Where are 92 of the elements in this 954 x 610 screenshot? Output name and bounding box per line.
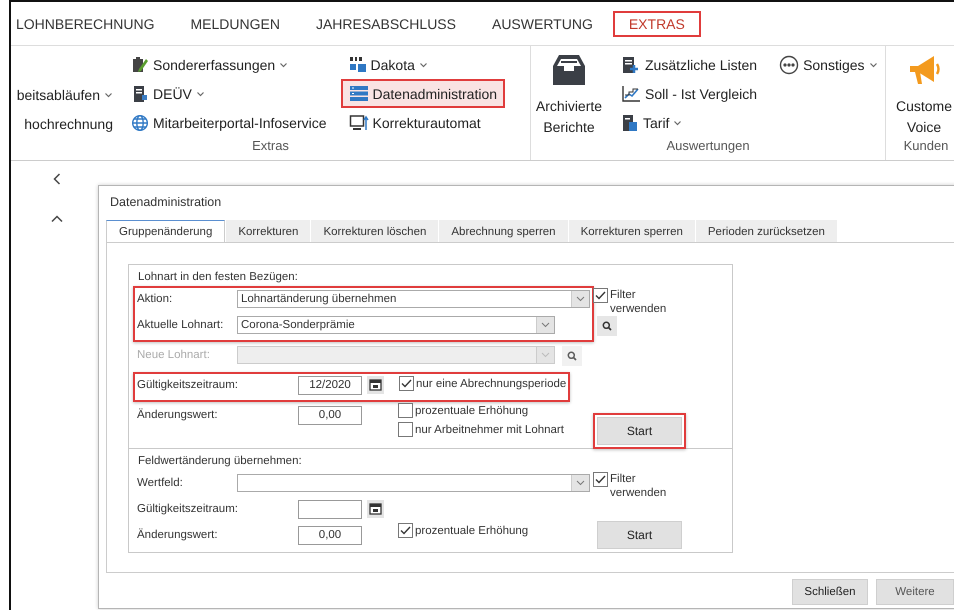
- caret-icon: [104, 92, 113, 98]
- document-icon: [131, 84, 149, 102]
- group-label: Auswertungen: [665, 138, 751, 155]
- ribbon-tab[interactable]: AUSWERTUNG: [476, 10, 609, 36]
- number-field[interactable]: 0,00: [298, 406, 362, 425]
- checkmark-icon: [595, 291, 606, 300]
- dropdown-field[interactable]: Corona-Sonderprämie: [237, 316, 555, 334]
- dialog-tab[interactable]: Gruppenänderung: [106, 220, 226, 242]
- ribbon-button[interactable]: Sonstiges: [771, 50, 886, 79]
- ribbon-button[interactable]: Zusätzliche Listen: [613, 50, 766, 79]
- ribbon-button[interactable]: Sondererfassungen: [123, 50, 335, 79]
- checkbox[interactable]: [398, 403, 413, 418]
- start-button[interactable]: Start: [597, 521, 682, 549]
- dialog-tab[interactable]: Abrechnung sperren: [439, 220, 568, 242]
- group-label: Kunden: [902, 138, 950, 155]
- caret-icon: [673, 120, 682, 126]
- checkbox-label: prozentuale Erhöhung: [415, 524, 528, 536]
- date-field[interactable]: [298, 500, 362, 519]
- clipboard-pencil-icon: [131, 56, 149, 74]
- monitor-icon: [348, 114, 369, 132]
- dialog-tab[interactable]: Korrekturen: [226, 220, 310, 242]
- search-icon: [602, 321, 612, 331]
- chevron-down-icon: [541, 352, 550, 358]
- checkbox-label: Filter verwenden: [610, 288, 668, 316]
- chevron-down-icon: [576, 296, 585, 302]
- dropdown-field[interactable]: Lohnartänderung übernehmen: [237, 290, 590, 308]
- ribbon-tab[interactable]: LOHNBERECHNUNG: [11, 10, 170, 36]
- chevron-down-icon: [576, 480, 585, 486]
- field-label: Änderungswert:: [137, 527, 219, 543]
- checkbox[interactable]: [398, 523, 413, 538]
- ribbon-button[interactable]: Soll - Ist Vergleich: [613, 79, 766, 108]
- field-label: Neue Lohnart:: [137, 348, 211, 363]
- dialog-title: Datenadministration: [109, 194, 222, 211]
- section-title: Lohnart in den festen Bezügen:: [137, 270, 299, 285]
- ribbon-button[interactable]: Datenadministration: [340, 79, 506, 108]
- chevron-left-icon[interactable]: [52, 173, 60, 185]
- ribbon-tab[interactable]: EXTRAS: [612, 10, 701, 36]
- field-label: Aktion:: [137, 292, 174, 307]
- caret-icon: [196, 90, 205, 96]
- field-label: Gültigkeitszeitraum:: [137, 378, 239, 393]
- globe-icon: [131, 114, 149, 132]
- checkbox-label: nur Arbeitnehmer mit Lohnart: [415, 424, 564, 436]
- field-label: Gültigkeitszeitraum:: [137, 502, 239, 517]
- ribbon-button[interactable]: beitsabläufen: [12, 80, 117, 109]
- checkbox[interactable]: [399, 376, 414, 391]
- checkbox[interactable]: [593, 288, 608, 303]
- field-label: Wertfeld:: [137, 476, 184, 491]
- grid-icon: [348, 56, 367, 74]
- checkbox-label: nur eine Abrechnungsperiode: [416, 378, 566, 390]
- number-field[interactable]: 0,00: [298, 526, 362, 545]
- dots-circle-icon: [779, 54, 800, 74]
- ribbon-button[interactable]: DEÜV: [123, 79, 335, 108]
- checkbox-label: prozentuale Erhöhung: [415, 404, 528, 416]
- ribbon-tab[interactable]: JAHRESABSCHLUSS: [300, 10, 472, 36]
- checkbox[interactable]: [593, 472, 608, 487]
- search-icon: [567, 351, 577, 361]
- checkmark-icon: [401, 379, 412, 388]
- ribbon-button[interactable]: Dakota: [340, 50, 506, 79]
- ribbon-button[interactable]: Custome Voice: [886, 50, 954, 138]
- dialog-button[interactable]: Schließen: [792, 579, 868, 605]
- document-paragraph-icon: [621, 114, 639, 132]
- search-button[interactable]: [562, 346, 582, 366]
- checkmark-icon: [595, 475, 606, 484]
- checkmark-icon: [400, 526, 411, 535]
- dialog-tab[interactable]: Korrekturen sperren: [568, 220, 695, 242]
- field-label: Aktuelle Lohnart:: [137, 318, 224, 333]
- ribbon-button[interactable]: Archivierte Berichte: [531, 50, 607, 138]
- dialog-tab[interactable]: Perioden zurücksetzen: [696, 220, 837, 242]
- field-label: Änderungswert:: [137, 407, 219, 423]
- dropdown-field[interactable]: [237, 474, 590, 492]
- dialog-button[interactable]: Weitere: [876, 579, 954, 605]
- line-chart-icon: [621, 84, 641, 102]
- caret-icon: [868, 62, 878, 68]
- server-icon: [348, 84, 369, 102]
- ribbon-button[interactable]: Tarif: [613, 108, 766, 137]
- checkbox-label: Filter verwenden: [610, 472, 668, 500]
- group-label: Extras: [251, 138, 290, 155]
- ribbon-tab[interactable]: MELDUNGEN: [174, 10, 296, 36]
- ribbon-button[interactable]: Korrekturautomat: [340, 108, 506, 137]
- section-title: Feldwertänderung übernehmen:: [137, 454, 303, 469]
- chevron-down-icon: [541, 322, 550, 328]
- caret-icon: [418, 62, 428, 68]
- ribbon-button[interactable]: hochrechnung: [20, 109, 117, 138]
- document-plus-icon: [621, 56, 641, 74]
- checkbox[interactable]: [398, 422, 413, 437]
- search-button[interactable]: [597, 316, 617, 336]
- date-field[interactable]: 12/2020: [298, 376, 362, 395]
- dialog-tab[interactable]: Korrekturen löschen: [311, 220, 438, 242]
- caret-icon: [279, 62, 288, 68]
- ribbon-button[interactable]: Mitarbeiterportal-Infoservice: [123, 108, 335, 137]
- start-button[interactable]: Start: [597, 417, 682, 445]
- chevron-up-icon[interactable]: [50, 215, 62, 223]
